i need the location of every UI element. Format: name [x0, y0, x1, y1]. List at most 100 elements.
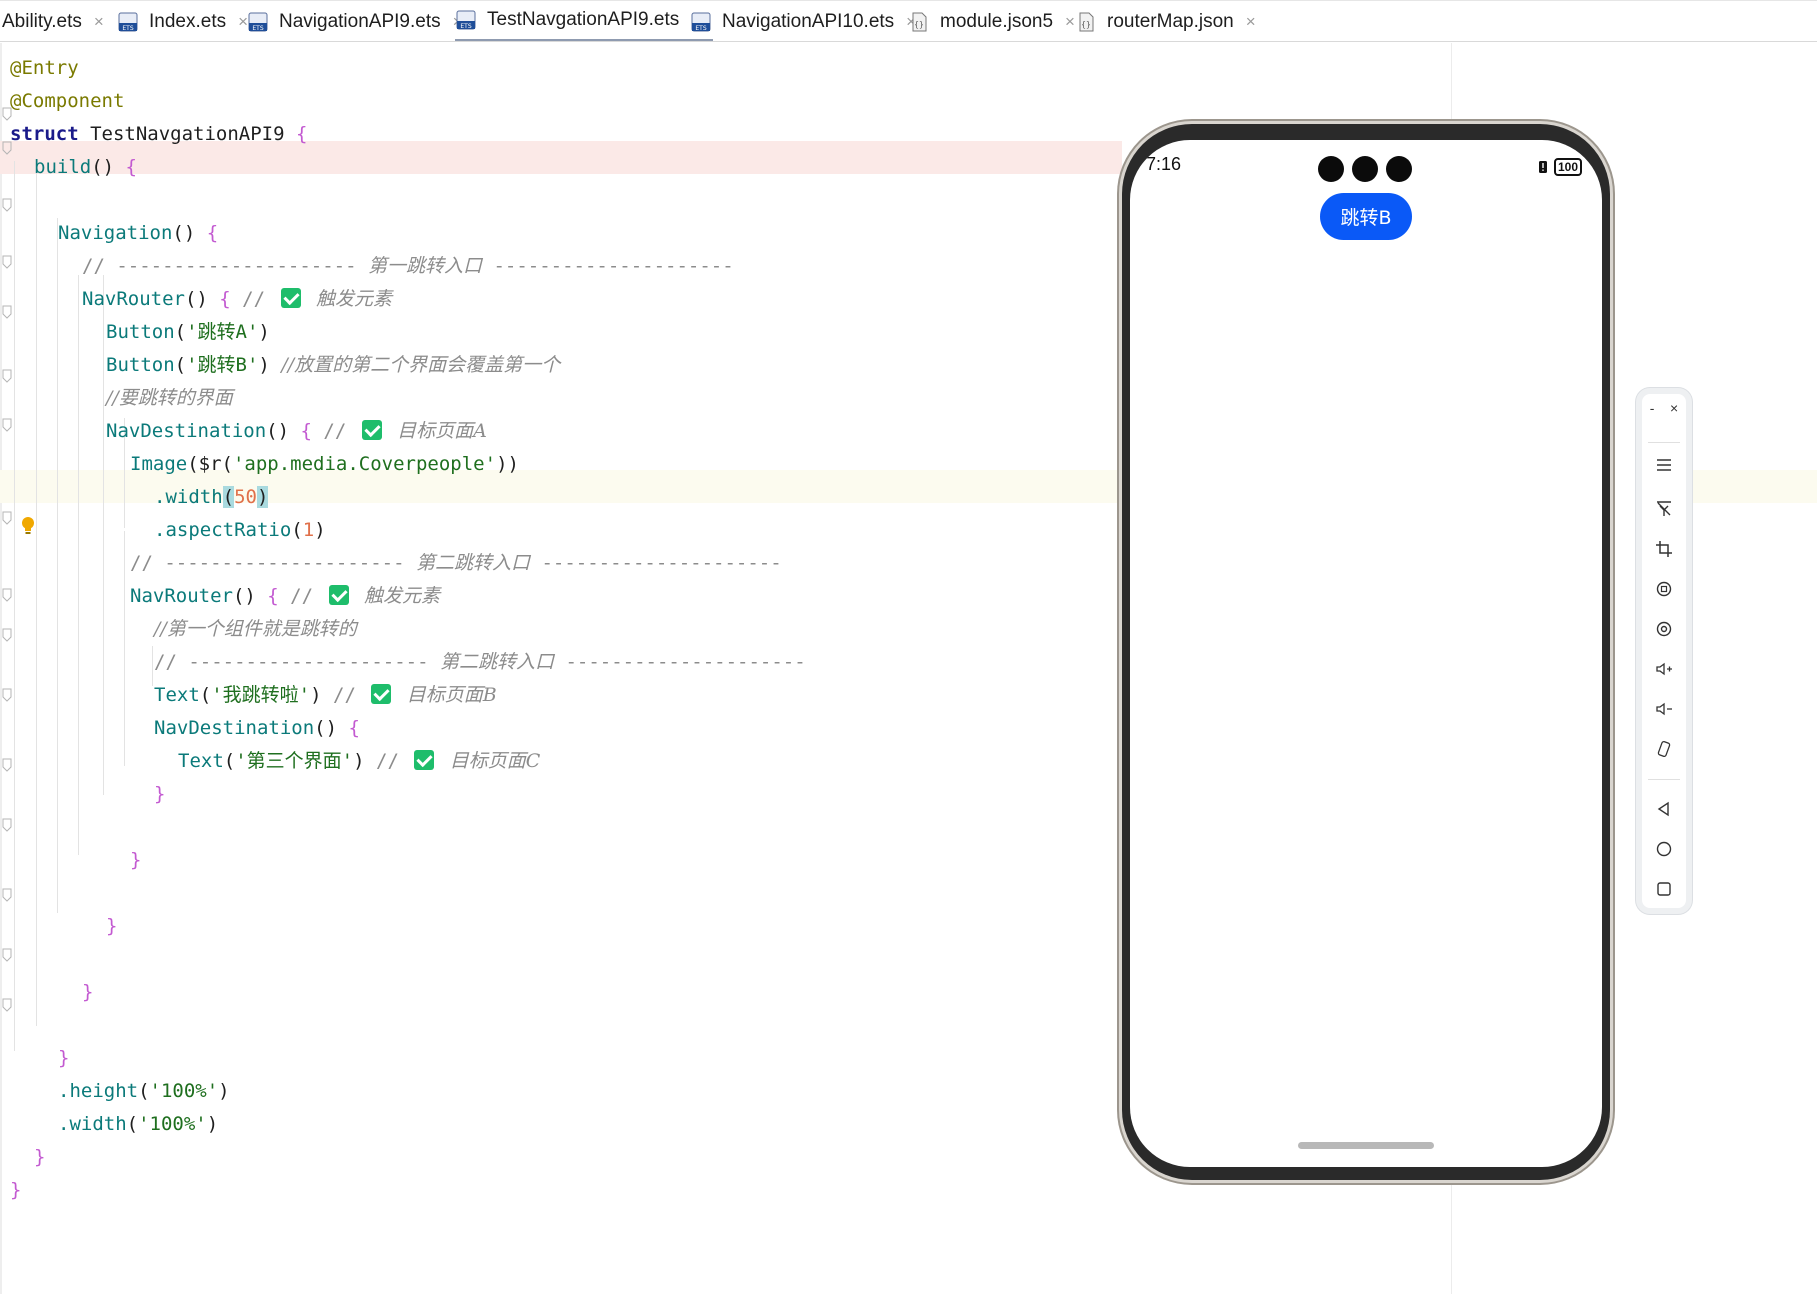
- device-screen[interactable]: 7:16 100 跳转B: [1130, 140, 1602, 1167]
- ets-file-icon: ETS: [455, 9, 477, 31]
- code-token: {: [295, 123, 308, 145]
- code-token: (): [184, 288, 220, 310]
- emulator-toolbar: - ×: [1636, 388, 1692, 914]
- code-token: 1: [302, 519, 315, 541]
- tab-navigationapi10[interactable]: ETS NavigationAPI10.ets ×: [690, 1, 916, 41]
- code-line-4: build() {: [34, 151, 137, 184]
- jump-b-button[interactable]: 跳转B: [1320, 193, 1412, 240]
- close-icon[interactable]: ×: [1065, 12, 1075, 32]
- camera-dot-icon: [1318, 156, 1344, 182]
- close-button[interactable]: ×: [1670, 400, 1678, 416]
- code-line-27: }: [106, 910, 117, 943]
- fold-icon[interactable]: [2, 628, 12, 642]
- camera-dot-icon: [1386, 156, 1412, 182]
- indent-guide: [57, 218, 58, 913]
- code-line-33: .width('100%'): [58, 1108, 218, 1141]
- checkmark-icon: [361, 420, 382, 440]
- fold-icon[interactable]: [2, 305, 12, 319]
- tab-routermap-json[interactable]: {} routerMap.json ×: [1075, 1, 1256, 41]
- gutter-divider: [0, 43, 2, 1294]
- code-token: (: [126, 1113, 139, 1135]
- fold-icon[interactable]: [2, 758, 12, 772]
- code-line-9: Button('跳转A'): [106, 316, 270, 349]
- indent-guide: [103, 275, 104, 795]
- code-token: //: [82, 255, 117, 277]
- screenshot-crop-icon[interactable]: [1642, 534, 1686, 564]
- fold-icon[interactable]: [2, 255, 12, 269]
- shake-icon[interactable]: [1642, 734, 1686, 764]
- volume-down-icon[interactable]: [1642, 694, 1686, 724]
- fold-icon[interactable]: [2, 818, 12, 832]
- code-token: '100%': [138, 1113, 207, 1135]
- fold-icon[interactable]: [2, 418, 12, 432]
- code-token: (): [314, 717, 349, 739]
- tab-ability[interactable]: Ability.ets ×: [2, 1, 104, 41]
- code-line-18: //第一个组件就是跳转的: [154, 613, 357, 646]
- tab-testnavgationapi9[interactable]: ETS TestNavgationAPI9.ets ×: [455, 1, 714, 41]
- code-line-12: NavDestination() { // 目标页面A: [106, 415, 487, 448]
- fold-icon[interactable]: [2, 688, 12, 702]
- code-token: }: [82, 981, 94, 1003]
- code-token: (: [223, 750, 236, 772]
- code-token: '跳转A': [186, 321, 259, 343]
- code-token: 触发元素: [315, 288, 392, 310]
- code-token: .aspectRatio: [154, 519, 292, 541]
- fold-icon[interactable]: [2, 888, 12, 902]
- tab-navigationapi9[interactable]: ETS NavigationAPI9.ets ×: [247, 1, 463, 41]
- code-token: 目标页面C: [449, 750, 541, 772]
- minimize-button[interactable]: -: [1650, 400, 1655, 416]
- menu-icon[interactable]: [1642, 450, 1686, 480]
- fold-icon[interactable]: [2, 588, 12, 602]
- code-token: ): [256, 486, 269, 508]
- toolbar-window-controls: - ×: [1642, 400, 1686, 416]
- tab-label: routerMap.json: [1107, 10, 1234, 32]
- code-token: {: [300, 420, 312, 442]
- code-token: }: [58, 1047, 70, 1069]
- fold-icon[interactable]: [2, 369, 12, 383]
- battery-indicator: 100: [1553, 158, 1582, 176]
- code-token: ): [206, 1113, 219, 1135]
- code-token: //: [230, 288, 277, 310]
- rotate-icon[interactable]: [1642, 574, 1686, 604]
- code-token: ---------------------: [554, 651, 806, 673]
- volume-up-icon[interactable]: [1642, 654, 1686, 684]
- home-indicator[interactable]: [1298, 1142, 1434, 1149]
- code-line-11: //要跳转的界面: [106, 382, 233, 415]
- tab-module-json5[interactable]: {} module.json5 ×: [908, 1, 1075, 41]
- svg-text:ETS: ETS: [122, 25, 133, 32]
- code-token: 'app.media.Coverpeople': [232, 453, 497, 475]
- back-icon[interactable]: [1642, 794, 1686, 824]
- editor-tab-bar: Ability.ets × ETS Index.ets × ETS Naviga…: [0, 0, 1817, 42]
- code-line-23: }: [154, 778, 165, 811]
- code-token: (): [91, 156, 126, 178]
- code-line-2: @Component: [10, 85, 124, 118]
- svg-text:ETS: ETS: [695, 25, 706, 32]
- pin-icon[interactable]: [1642, 494, 1686, 524]
- recents-icon[interactable]: [1642, 874, 1686, 904]
- code-line-1: @Entry: [10, 52, 79, 85]
- code-token: }: [34, 1146, 46, 1168]
- code-token: '跳转B': [186, 354, 259, 376]
- lightbulb-icon[interactable]: [21, 517, 35, 535]
- code-line-15: .aspectRatio(1): [154, 514, 326, 547]
- close-icon[interactable]: ×: [94, 12, 104, 32]
- code-token: Button: [106, 354, 175, 376]
- indent-guide: [78, 275, 79, 855]
- record-icon[interactable]: [1642, 614, 1686, 644]
- code-token: .width: [58, 1113, 127, 1135]
- fold-icon[interactable]: [2, 948, 12, 962]
- tab-index[interactable]: ETS Index.ets ×: [117, 1, 248, 41]
- fold-icon[interactable]: [2, 198, 12, 212]
- code-line-31: }: [58, 1042, 69, 1075]
- code-token: (: [174, 321, 187, 343]
- code-token: Navigation: [58, 222, 173, 244]
- fold-icon[interactable]: [2, 511, 12, 525]
- close-icon[interactable]: ×: [1246, 12, 1256, 32]
- tab-label: Index.ets: [149, 10, 227, 32]
- indent-guide: [152, 646, 153, 686]
- home-icon[interactable]: [1642, 834, 1686, 864]
- code-token: TestNavgationAPI9: [78, 123, 296, 145]
- fold-icon[interactable]: [2, 998, 12, 1012]
- code-token: ---------------------: [530, 552, 782, 574]
- code-line-13: Image($r('app.media.Coverpeople')): [130, 448, 519, 481]
